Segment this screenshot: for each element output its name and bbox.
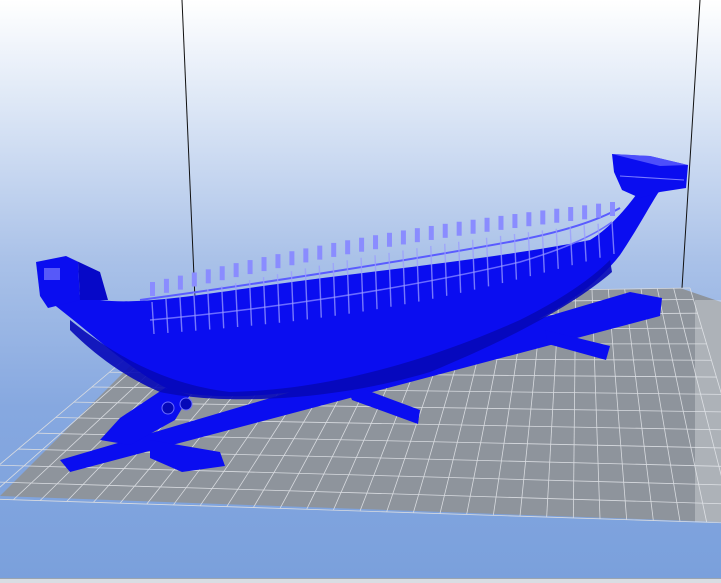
oar-post xyxy=(554,208,560,223)
oar-post xyxy=(498,215,504,230)
oar-post xyxy=(163,278,169,293)
oar-post xyxy=(596,203,602,218)
oar-post xyxy=(386,232,392,247)
oar-post xyxy=(428,225,434,240)
oar-post xyxy=(400,230,406,245)
oar-post xyxy=(512,214,518,229)
oar-post xyxy=(540,210,546,225)
oar-post xyxy=(470,219,476,234)
hull-eye-left xyxy=(161,401,175,415)
oar-post xyxy=(610,202,615,216)
oar-post xyxy=(359,237,365,252)
scene-canvas[interactable] xyxy=(0,0,721,583)
oar-post xyxy=(247,260,253,275)
oar-post xyxy=(289,251,295,266)
oar-post xyxy=(205,269,211,284)
oar-post xyxy=(456,221,462,236)
oar-post xyxy=(345,240,351,255)
oar-post xyxy=(177,275,183,290)
build-volume-edge-left xyxy=(181,0,196,301)
bottom-strip xyxy=(0,578,721,583)
oar-post xyxy=(582,205,588,220)
oar-post xyxy=(331,242,337,257)
oar-post xyxy=(484,217,490,232)
oar-post xyxy=(233,263,239,278)
oar-post xyxy=(414,228,420,243)
oar-post xyxy=(191,272,197,287)
stern-cabin xyxy=(36,256,80,308)
oar-post xyxy=(442,223,448,238)
bed-right-shade xyxy=(695,300,721,522)
oar-post xyxy=(150,282,155,296)
hull-eye-right xyxy=(179,397,193,411)
oar-post xyxy=(303,248,309,263)
oar-post xyxy=(261,257,267,272)
oar-post xyxy=(568,207,574,222)
oar-post xyxy=(219,266,225,281)
oar-post xyxy=(526,212,532,227)
build-volume-edge-right xyxy=(681,0,701,289)
oar-post xyxy=(317,245,323,260)
stern-window xyxy=(44,268,60,280)
oar-post xyxy=(275,254,281,269)
oar-post xyxy=(373,235,379,250)
3d-viewport[interactable] xyxy=(0,0,721,583)
